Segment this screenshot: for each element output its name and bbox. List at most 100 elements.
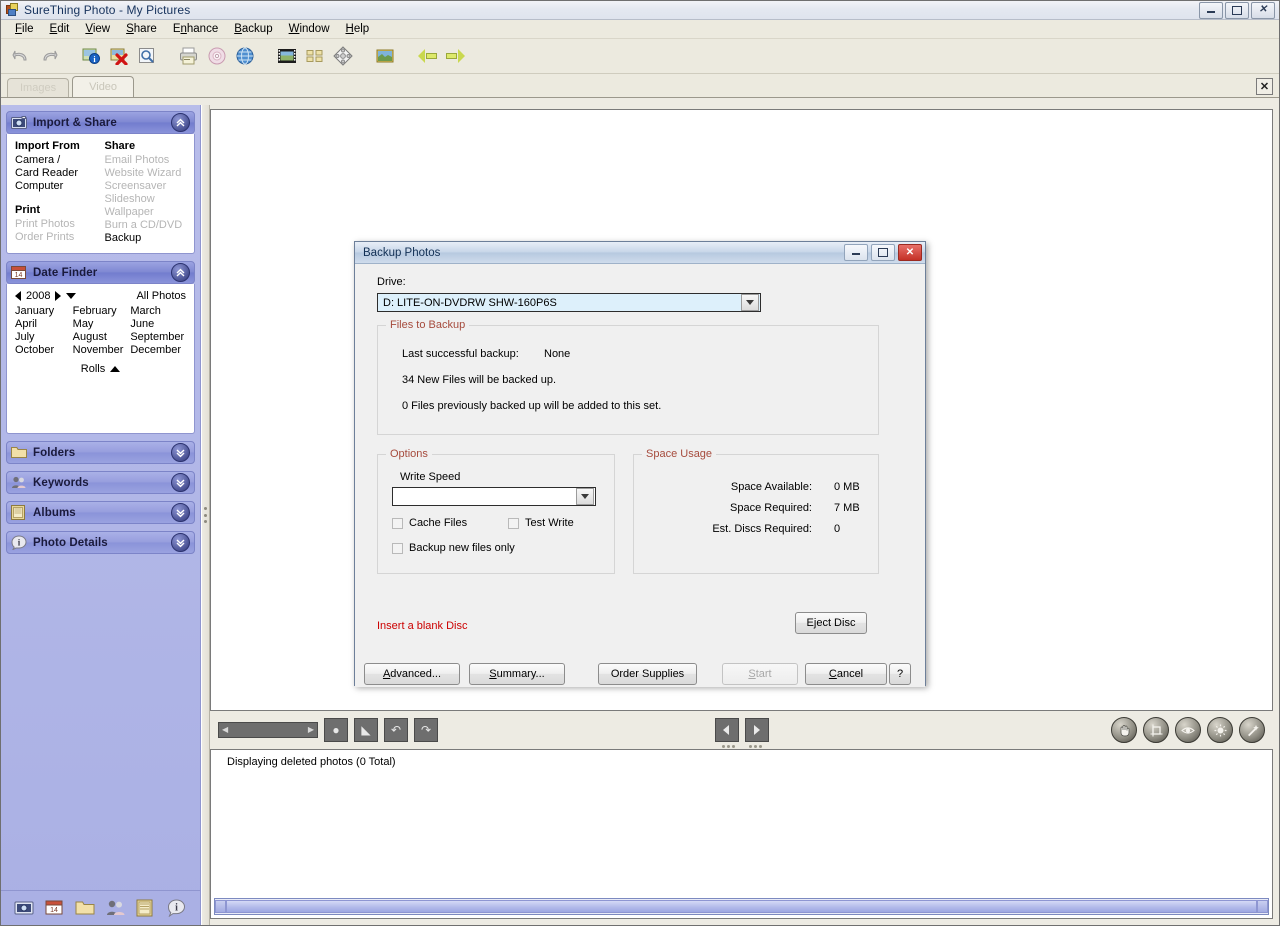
chevron-down-icon[interactable] bbox=[741, 294, 759, 311]
month-november[interactable]: November bbox=[73, 344, 129, 357]
cancel-button[interactable]: Cancel bbox=[805, 663, 887, 685]
forward-arrow-icon[interactable] bbox=[441, 42, 469, 70]
month-february[interactable]: February bbox=[73, 305, 129, 318]
menu-help[interactable]: Help bbox=[338, 21, 378, 37]
search-icon[interactable] bbox=[133, 42, 161, 70]
link-wallpaper[interactable]: Wallpaper bbox=[105, 206, 187, 219]
panel-expand-albums[interactable] bbox=[171, 503, 190, 522]
dialog-close-button[interactable]: ✕ bbox=[898, 244, 922, 261]
month-december[interactable]: December bbox=[130, 344, 186, 357]
undo-icon[interactable] bbox=[7, 42, 35, 70]
web-globe-icon[interactable] bbox=[231, 42, 259, 70]
advanced-button[interactable]: Advanced... bbox=[364, 663, 460, 685]
menu-backup[interactable]: Backup bbox=[226, 21, 280, 37]
panel-header-date-finder[interactable]: 14 Date Finder bbox=[6, 261, 195, 284]
print-icon[interactable] bbox=[175, 42, 203, 70]
month-april[interactable]: April bbox=[15, 318, 71, 331]
puzzle-icon[interactable] bbox=[329, 42, 357, 70]
previous-photo-button[interactable] bbox=[714, 718, 739, 742]
order-supplies-button[interactable]: Order Supplies bbox=[598, 663, 697, 685]
month-september[interactable]: September bbox=[130, 331, 186, 344]
help-button[interactable]: ? bbox=[889, 663, 911, 685]
dialog-restore-button[interactable] bbox=[871, 244, 895, 261]
next-photo-button[interactable] bbox=[744, 718, 769, 742]
panel-collapse-date-finder[interactable] bbox=[171, 263, 190, 282]
month-may[interactable]: May bbox=[73, 318, 129, 331]
write-speed-select[interactable] bbox=[392, 487, 596, 506]
previous-year-button[interactable] bbox=[15, 291, 21, 301]
back-arrow-icon[interactable] bbox=[413, 42, 441, 70]
rotate-left-icon[interactable]: ↶ bbox=[384, 718, 408, 742]
chevron-down-icon[interactable] bbox=[576, 488, 594, 505]
window-restore-button[interactable] bbox=[1225, 1, 1249, 19]
scroll-right-button[interactable] bbox=[1257, 900, 1268, 913]
next-year-button[interactable] bbox=[55, 291, 62, 301]
zoom-slider[interactable]: ◀ ▶ bbox=[218, 722, 318, 738]
window-close-button[interactable]: ✕ bbox=[1251, 1, 1275, 19]
horizontal-scrollbar[interactable] bbox=[214, 898, 1269, 915]
month-march[interactable]: March bbox=[130, 305, 186, 318]
panel-header-folders[interactable]: Folders bbox=[6, 441, 195, 464]
menu-edit[interactable]: Edit bbox=[42, 21, 78, 37]
link-website-wizard[interactable]: Website Wizard bbox=[105, 167, 187, 180]
scroll-left-button[interactable] bbox=[215, 900, 226, 913]
shortcut-albums-icon[interactable] bbox=[136, 899, 156, 918]
shortcut-folder-icon[interactable] bbox=[75, 899, 95, 918]
link-card-reader[interactable]: Card Reader bbox=[15, 167, 97, 180]
thumbnail-view-icon[interactable] bbox=[301, 42, 329, 70]
delete-photo-icon[interactable] bbox=[105, 42, 133, 70]
panel-header-photo-details[interactable]: i Photo Details bbox=[6, 531, 195, 554]
photo-info-icon[interactable]: i bbox=[77, 42, 105, 70]
panel-header-albums[interactable]: Albums bbox=[6, 501, 195, 524]
rolls-toggle[interactable]: Rolls bbox=[15, 363, 186, 375]
link-backup[interactable]: Backup bbox=[105, 232, 187, 245]
rotate-right-icon[interactable]: ↷ bbox=[414, 718, 438, 742]
filmstrip-view-icon[interactable] bbox=[273, 42, 301, 70]
zoom-fit-icon[interactable]: ● bbox=[324, 718, 348, 742]
test-write-checkbox[interactable]: Test Write bbox=[508, 517, 574, 529]
link-camera[interactable]: Camera / bbox=[15, 154, 97, 167]
summary-button[interactable]: Summary... bbox=[469, 663, 565, 685]
link-slideshow[interactable]: Slideshow bbox=[105, 193, 187, 206]
link-order-prints[interactable]: Order Prints bbox=[15, 231, 97, 244]
menu-enhance[interactable]: Enhance bbox=[165, 21, 226, 37]
panel-header-keywords[interactable]: Keywords bbox=[6, 471, 195, 494]
brightness-tool-icon[interactable] bbox=[1207, 717, 1233, 743]
link-email-photos[interactable]: Email Photos bbox=[105, 154, 187, 167]
window-minimize-button[interactable] bbox=[1199, 1, 1223, 19]
crop-tool-icon[interactable] bbox=[1143, 717, 1169, 743]
shortcut-keywords-icon[interactable] bbox=[106, 899, 126, 918]
shortcut-calendar-icon[interactable]: 14 bbox=[45, 899, 65, 918]
pane-resize-grip[interactable] bbox=[721, 745, 762, 748]
eject-disc-button[interactable]: Eject Disc bbox=[795, 612, 867, 634]
panel-expand-keywords[interactable] bbox=[171, 473, 190, 492]
tab-video[interactable]: Video bbox=[72, 76, 135, 97]
dialog-minimize-button[interactable] bbox=[844, 244, 868, 261]
panel-expand-photo-details[interactable] bbox=[171, 533, 190, 552]
month-january[interactable]: January bbox=[15, 305, 71, 318]
image-icon[interactable] bbox=[371, 42, 399, 70]
zoom-region-icon[interactable]: ◣ bbox=[354, 718, 378, 742]
scroll-thumb[interactable] bbox=[226, 900, 1257, 913]
redo-icon[interactable] bbox=[35, 42, 63, 70]
menu-file[interactable]: File bbox=[7, 21, 42, 37]
month-august[interactable]: August bbox=[73, 331, 129, 344]
sidebar-splitter[interactable] bbox=[201, 105, 210, 925]
menu-share[interactable]: Share bbox=[118, 21, 165, 37]
shortcut-photo-details-icon[interactable]: i bbox=[167, 898, 187, 918]
burn-disc-icon[interactable] bbox=[203, 42, 231, 70]
month-july[interactable]: July bbox=[15, 331, 71, 344]
magic-wand-tool-icon[interactable] bbox=[1239, 717, 1265, 743]
close-document-button[interactable]: ✕ bbox=[1256, 78, 1273, 95]
link-computer[interactable]: Computer bbox=[15, 180, 97, 193]
month-october[interactable]: October bbox=[15, 344, 71, 357]
year-dropdown-button[interactable] bbox=[66, 293, 77, 299]
all-photos-link[interactable]: All Photos bbox=[136, 290, 186, 302]
month-june[interactable]: June bbox=[130, 318, 186, 331]
link-burn-cd-dvd[interactable]: Burn a CD/DVD bbox=[105, 219, 187, 232]
hand-tool-icon[interactable] bbox=[1111, 717, 1137, 743]
shortcut-camera-icon[interactable] bbox=[14, 899, 34, 918]
link-print-photos[interactable]: Print Photos bbox=[15, 218, 97, 231]
link-screensaver[interactable]: Screensaver bbox=[105, 180, 187, 193]
menu-view[interactable]: View bbox=[77, 21, 118, 37]
